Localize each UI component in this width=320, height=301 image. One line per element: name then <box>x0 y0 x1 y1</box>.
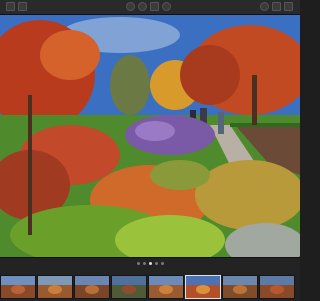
filmstrip-thumbnail[interactable] <box>74 275 110 299</box>
autumn-garden-photo <box>0 15 300 257</box>
photo-shrub-gold <box>195 160 300 230</box>
thumbnail-sky <box>260 276 294 285</box>
thumbnail-sky <box>75 276 109 285</box>
thumbnail-accent <box>85 284 99 294</box>
thumbnail-accent <box>233 284 247 294</box>
page-dot[interactable] <box>136 262 140 265</box>
photo-tree-trunk <box>28 95 32 235</box>
photo-person-3 <box>218 112 224 134</box>
photo-tree-red <box>180 45 240 105</box>
filmstrip-thumbnail[interactable] <box>259 275 295 299</box>
photo-tree-trunk-right <box>252 75 257 125</box>
filmstrip-thumbnail[interactable] <box>0 275 36 299</box>
photo-tree-bare <box>110 55 150 115</box>
thumbnail-accent <box>122 284 136 294</box>
filmstrip-thumbnail[interactable] <box>37 275 73 299</box>
page-dot[interactable] <box>154 262 158 265</box>
heart-icon[interactable] <box>272 2 281 11</box>
top-toolbar <box>0 0 300 15</box>
info-icon[interactable] <box>260 2 269 11</box>
filmstrip-thumbnail[interactable] <box>185 275 221 299</box>
adjust-icon[interactable] <box>162 2 171 11</box>
photo-lavender-highlight <box>135 121 175 141</box>
thumbnail-sky <box>1 276 35 285</box>
page-dots <box>0 262 300 268</box>
rotate-left-icon[interactable] <box>126 2 135 11</box>
page-dot[interactable] <box>160 262 164 265</box>
thumbnail-accent <box>196 284 210 294</box>
page-dot[interactable] <box>148 262 152 265</box>
thumbnail-sky <box>149 276 183 285</box>
thumbnail-accent <box>48 284 62 294</box>
page-dot[interactable] <box>142 262 146 265</box>
thumbnail-sky <box>38 276 72 285</box>
filmstrip-thumbnail[interactable] <box>148 275 184 299</box>
photo-tree-left-highlight <box>40 30 100 80</box>
thumbnail-sky <box>223 276 257 285</box>
photo-shrub-olive <box>150 160 210 190</box>
filmstrip-bar <box>0 257 300 301</box>
share-icon[interactable] <box>284 2 293 11</box>
filmstrip-thumbnail[interactable] <box>111 275 147 299</box>
compare-icon[interactable] <box>18 2 27 11</box>
thumbnail-sky <box>186 276 220 285</box>
crop-icon[interactable] <box>150 2 159 11</box>
photo-viewer[interactable] <box>0 15 300 257</box>
thumbnail-strip[interactable] <box>0 275 300 299</box>
rotate-right-icon[interactable] <box>138 2 147 11</box>
thumbnail-accent <box>270 284 284 294</box>
thumbnail-accent <box>11 284 25 294</box>
grid-view-icon[interactable] <box>6 2 15 11</box>
filmstrip-thumbnail[interactable] <box>222 275 258 299</box>
photo-hedge <box>230 123 300 127</box>
thumbnail-accent <box>159 284 173 294</box>
thumbnail-sky <box>112 276 146 285</box>
